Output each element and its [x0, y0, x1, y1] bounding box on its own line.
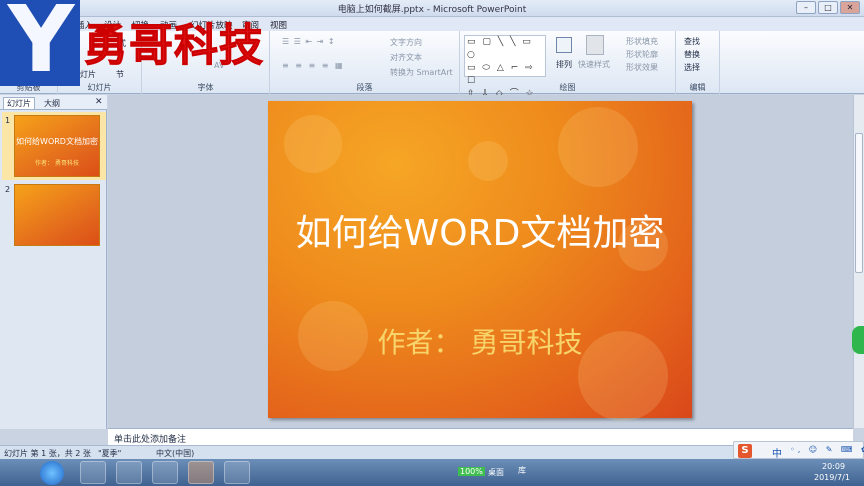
- arrange-icon[interactable]: [556, 37, 572, 53]
- shape-fill-button[interactable]: 形状填充: [626, 36, 658, 47]
- floating-side-tab[interactable]: [852, 326, 864, 354]
- thumb-2-number: 2: [5, 185, 11, 194]
- window-title: 电脑上如何截屏.pptx - Microsoft PowerPoint: [337, 5, 527, 15]
- watermark-logo: Y: [0, 0, 80, 86]
- watermark-letter: Y: [7, 0, 75, 93]
- taskbar-powerpoint[interactable]: [188, 461, 214, 484]
- close-button[interactable]: ✕: [840, 1, 860, 14]
- smartart-button[interactable]: 转换为 SmartArt: [390, 67, 453, 78]
- slide-subtitle[interactable]: 作者： 勇哥科技: [268, 325, 692, 361]
- ime-tool-icons[interactable]: ◦, ☺ ✎ ⌨ ✿: [790, 445, 864, 454]
- thumb-1-title: 如何给WORD文档加密: [16, 137, 98, 146]
- align-text-button[interactable]: 对齐文本: [390, 52, 422, 63]
- quick-styles-button[interactable]: 快速样式: [578, 59, 610, 70]
- start-button[interactable]: [40, 461, 64, 485]
- taskbar-word[interactable]: [224, 461, 250, 484]
- group-drawing: ▭ ▢ ╲ ╲ ▭ ○▭ ⬭ △ ⌐ ⇨ ☐⇧ ⇩ ◇ ⌒ ☆ ⌇ 排列 快速样…: [460, 31, 676, 112]
- clock-time[interactable]: 20:09: [822, 462, 845, 471]
- ime-toolbar[interactable]: S 中 ◦, ☺ ✎ ⌨ ✿: [733, 441, 864, 460]
- group-label-paragraph: 段落: [356, 83, 373, 92]
- slide-title[interactable]: 如何给WORD文档加密: [268, 211, 692, 257]
- tab-view[interactable]: 视图: [270, 19, 287, 31]
- vertical-scrollbar[interactable]: [853, 95, 864, 428]
- clock-date[interactable]: 2019/7/1: [814, 473, 850, 482]
- close-pane-icon[interactable]: ✕: [95, 97, 103, 107]
- status-language[interactable]: 中文(中国): [156, 448, 194, 459]
- taskbar-explorer[interactable]: [80, 461, 106, 484]
- sogou-icon[interactable]: S: [738, 444, 752, 458]
- quick-styles-icon[interactable]: [586, 35, 604, 55]
- battery-indicator[interactable]: 100%: [458, 467, 485, 476]
- replace-button[interactable]: 替换: [684, 49, 700, 60]
- find-button[interactable]: 查找: [684, 36, 700, 47]
- shapes-gallery[interactable]: ▭ ▢ ╲ ╲ ▭ ○▭ ⬭ △ ⌐ ⇨ ☐⇧ ⇩ ◇ ⌒ ☆ ⌇: [464, 35, 546, 112]
- current-slide[interactable]: 如何给WORD文档加密 作者： 勇哥科技: [268, 101, 692, 421]
- library-toolbar[interactable]: 库: [518, 465, 526, 476]
- slides-pane-tabs: 幻灯片 大纲 ✕: [0, 95, 107, 110]
- ime-language[interactable]: 中: [772, 445, 782, 460]
- group-label-editing: 编辑: [689, 83, 706, 92]
- tab-outline[interactable]: 大纲: [44, 98, 60, 109]
- scroll-thumb[interactable]: [855, 133, 863, 273]
- taskbar-browser[interactable]: [116, 461, 142, 484]
- group-label-drawing: 绘图: [559, 83, 576, 92]
- status-slide-count: 幻灯片 第 1 张，共 2 张: [4, 449, 91, 458]
- group-editing: 查找 替换 选择 编辑: [676, 31, 720, 94]
- minimize-button[interactable]: –: [796, 1, 816, 14]
- taskbar: 100% 桌面 库 20:09 2019/7/1: [0, 459, 864, 486]
- select-button[interactable]: 选择: [684, 62, 700, 73]
- status-theme: "夏季": [98, 449, 122, 458]
- maximize-button[interactable]: □: [818, 1, 838, 14]
- align-buttons[interactable]: ≡ ≡ ≡ ≡ ▦: [282, 61, 345, 70]
- shape-effects-button[interactable]: 形状效果: [626, 62, 658, 73]
- desktop-toolbar[interactable]: 桌面: [488, 467, 504, 478]
- thumb-1-number: 1: [5, 116, 11, 125]
- slide-thumbnail-1[interactable]: 如何给WORD文档加密 作者： 勇哥科技: [14, 115, 100, 177]
- watermark-brand: 勇哥科技: [84, 20, 264, 72]
- slide-thumbnail-2[interactable]: [14, 184, 100, 246]
- list-buttons[interactable]: ☰ ☰ ⇤ ⇥ ↕: [282, 37, 336, 46]
- thumb-1-subtitle: 作者： 勇哥科技: [35, 160, 79, 167]
- arrange-button[interactable]: 排列: [556, 59, 572, 70]
- taskbar-recorder[interactable]: [152, 461, 178, 484]
- notes-placeholder: 单击此处添加备注: [114, 435, 187, 445]
- tab-slides[interactable]: 幻灯片: [3, 97, 35, 110]
- group-paragraph: ☰ ☰ ⇤ ⇥ ↕ ≡ ≡ ≡ ≡ ▦ 文字方向 对齐文本 转换为 SmartA…: [270, 31, 460, 94]
- group-label-font: 字体: [197, 83, 214, 92]
- text-direction-button[interactable]: 文字方向: [390, 37, 422, 48]
- title-bar: 电脑上如何截屏.pptx - Microsoft PowerPoint – □ …: [0, 0, 864, 17]
- shape-outline-button[interactable]: 形状轮廓: [626, 49, 658, 60]
